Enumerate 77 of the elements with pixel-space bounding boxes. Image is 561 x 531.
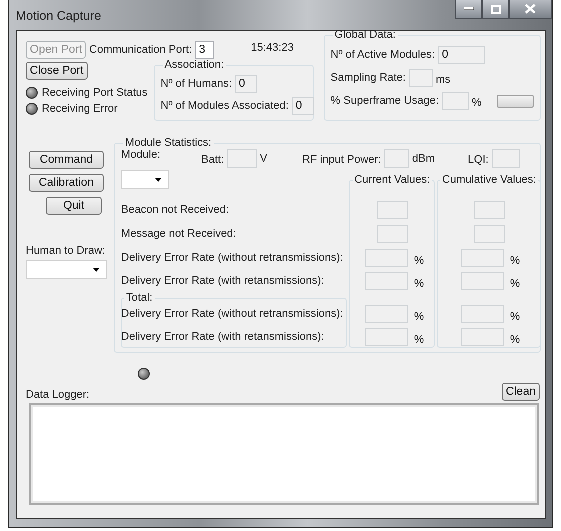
clock-time: 15:43:23	[251, 42, 294, 54]
rf-power-field[interactable]	[384, 149, 410, 168]
module-dropdown[interactable]	[121, 170, 170, 189]
statistic-label: Delivery Error Rate (with retansmissions):	[121, 275, 326, 287]
unit-label: V	[260, 153, 268, 165]
unit-label: %	[510, 255, 520, 267]
statistic-label: Delivery Error Rate (with retansmissions):	[121, 330, 326, 342]
port-label: Communication Port:	[89, 44, 192, 56]
value-field[interactable]	[365, 304, 408, 322]
action-button[interactable]: Command	[29, 151, 104, 169]
dropdown-arrow-icon	[93, 268, 100, 272]
value-field[interactable]	[474, 225, 505, 243]
minimize-button[interactable]	[455, 0, 482, 19]
field-label: Nº of Humans:	[160, 78, 232, 90]
value-field[interactable]	[365, 328, 408, 346]
field-label: Sampling Rate:	[330, 72, 406, 84]
group-title: Current Values:	[354, 174, 432, 186]
module-label: Module:	[121, 149, 161, 161]
statistic-label: Beacon not Received:	[121, 204, 230, 216]
group-title: Cumulative Values:	[441, 174, 538, 186]
indicator-label: Receiving Port Status	[42, 87, 148, 99]
lqi-label: LQI:	[468, 154, 489, 166]
value-field[interactable]	[376, 201, 408, 219]
action-button[interactable]: Calibration	[29, 174, 104, 192]
group-title: Global Data:	[334, 29, 397, 41]
maximize-icon	[490, 4, 500, 14]
indicator-label: Receiving Error	[42, 103, 118, 115]
lqi-field[interactable]	[492, 149, 520, 168]
field-label: Nº of Modules Associated:	[160, 100, 289, 112]
unit-label: %	[510, 334, 520, 346]
unit-label: %	[414, 255, 424, 267]
data-logger-label: Data Logger:	[26, 389, 90, 401]
value-field[interactable]	[376, 225, 408, 243]
unit-label: dBm	[412, 153, 436, 165]
field-label: Nº of Active Modules:	[330, 49, 436, 61]
value-field[interactable]: 0	[438, 46, 486, 64]
group-title: Association:	[164, 59, 226, 71]
unit-label: %	[414, 334, 424, 346]
value-field[interactable]	[442, 92, 469, 110]
action-button[interactable]: Quit	[46, 197, 102, 215]
human-to-draw-label: Human to Draw:	[26, 245, 106, 257]
value-field[interactable]	[461, 328, 504, 346]
clean-button[interactable]: Clean	[502, 383, 540, 401]
maximize-button[interactable]	[482, 0, 509, 19]
unit-label: %	[414, 278, 424, 290]
unit-label: %	[414, 310, 424, 322]
value-field[interactable]	[365, 249, 408, 267]
close-button[interactable]	[509, 0, 552, 19]
unit-label: %	[510, 310, 520, 322]
minimize-icon	[464, 7, 474, 11]
group-title: Total:	[125, 292, 154, 304]
value-field[interactable]	[461, 249, 504, 267]
statistic-label: Message not Received:	[121, 228, 238, 240]
statistic-label: Delivery Error Rate (without retransmissions):	[121, 252, 344, 264]
unit-label: ms	[436, 74, 451, 86]
battery-field[interactable]	[227, 149, 258, 168]
window-title: Motion Capture	[16, 9, 102, 23]
port-input[interactable]: 3	[195, 41, 214, 59]
dropdown-arrow-icon	[155, 178, 162, 182]
value-field[interactable]	[461, 304, 504, 322]
group-title: Module Statistics:	[124, 137, 213, 149]
log-text-area[interactable]	[29, 403, 539, 505]
value-field[interactable]	[474, 201, 505, 219]
value-field[interactable]: 0	[235, 75, 258, 93]
value-field[interactable]	[461, 272, 504, 290]
field-label: % Superframe Usage:	[330, 95, 439, 107]
statistic-label: Delivery Error Rate (without retransmissions):	[121, 308, 344, 320]
close-icon	[525, 4, 536, 14]
value-field[interactable]	[365, 272, 408, 290]
close-port-button[interactable]: Close Port	[26, 62, 88, 80]
human-dropdown[interactable]	[26, 260, 107, 279]
unit-label: %	[472, 97, 482, 109]
unit-label: %	[510, 278, 520, 290]
battery-label: Batt:	[202, 154, 224, 166]
rf-power-label: RF input Power:	[302, 154, 382, 166]
value-field[interactable]	[409, 69, 433, 87]
value-field[interactable]: 0	[292, 97, 314, 115]
